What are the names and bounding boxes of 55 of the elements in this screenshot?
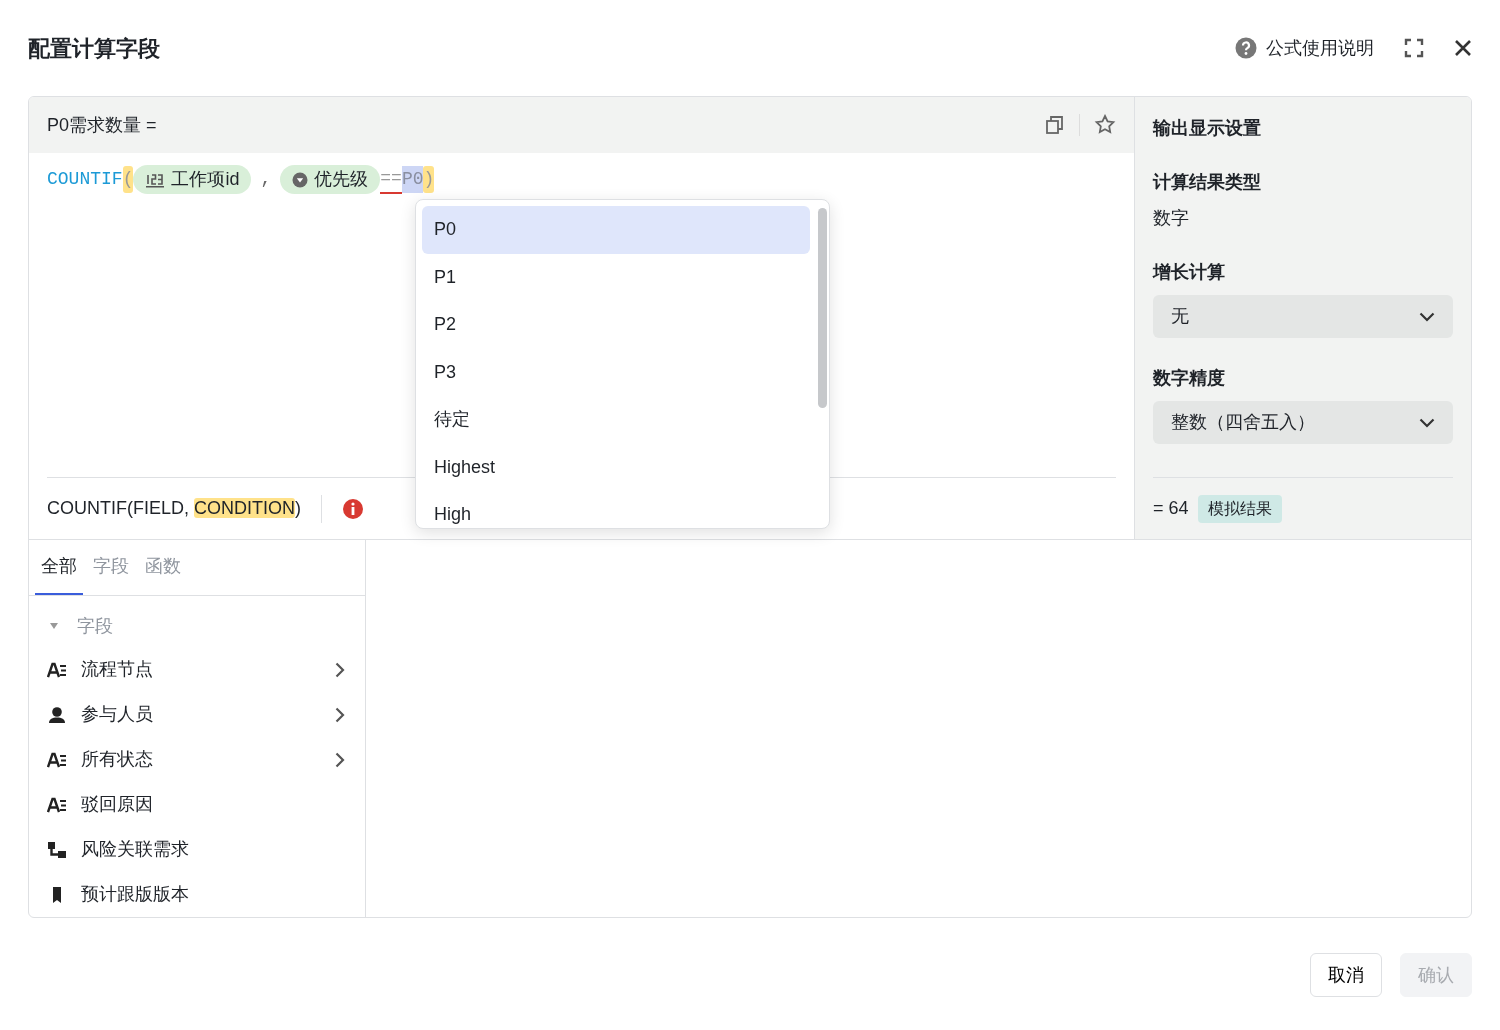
suggestion-option[interactable]: High [422, 491, 810, 528]
result-value: = 64 [1153, 497, 1189, 520]
dialog-title: 配置计算字段 [28, 34, 160, 63]
selected-text: P0 [401, 166, 424, 193]
magic-star-icon[interactable] [1094, 114, 1116, 136]
scrollbar[interactable] [818, 208, 827, 408]
field-label: 增长计算 [1153, 261, 1226, 284]
function-signature: COUNTIF(FIELD, CONDITION) [47, 497, 301, 520]
chevron-down-icon [1419, 311, 1435, 322]
copy-icon[interactable] [1045, 115, 1065, 135]
suggestion-option[interactable]: Highest [422, 443, 810, 491]
suggestion-option[interactable]: P3 [422, 348, 810, 396]
field-item[interactable]: 预计跟版版本 [29, 872, 365, 917]
formula-editor[interactable]: COUNTIF( 工作项id , 优先级 ==P0) [47, 165, 435, 194]
field-token: 优先级 [280, 165, 381, 194]
number-icon [145, 171, 166, 188]
text-field-icon [47, 796, 67, 813]
person-icon [47, 705, 67, 724]
formula-name: P0需求数量 = [47, 113, 157, 137]
field-token: 工作项id [133, 165, 252, 194]
growth-select[interactable]: 无 [1153, 295, 1453, 338]
result-tag: 模拟结果 [1197, 494, 1282, 523]
function-name: COUNTIF [47, 168, 123, 191]
dialog-button[interactable]: 取消 [1310, 953, 1382, 997]
field-item[interactable]: 参与人员 [29, 692, 365, 737]
suggestion-option[interactable]: P2 [422, 301, 810, 349]
field-label: 数字精度 [1153, 367, 1226, 390]
suggestion-option[interactable]: P0 [422, 206, 810, 254]
field-item[interactable]: 驳回原因 [29, 782, 365, 827]
parenthesis: ) [423, 166, 435, 193]
parenthesis: ( [122, 166, 134, 193]
text-field-icon [47, 661, 67, 678]
chevron-right-icon [335, 661, 345, 678]
precision-select[interactable]: 整数（四舍五入） [1153, 401, 1453, 444]
field-item[interactable]: 所有状态 [29, 737, 365, 782]
field-value: 数字 [1153, 207, 1190, 230]
dropdown-icon [292, 171, 309, 188]
fullscreen-icon[interactable] [1404, 38, 1424, 58]
chevron-right-icon [335, 751, 345, 768]
suggestion-option[interactable]: 待定 [422, 396, 810, 444]
error-icon [342, 497, 364, 520]
field-item[interactable]: 流程节点 [29, 647, 365, 692]
tab[interactable]: 全部 [35, 540, 83, 595]
chevron-right-icon [335, 706, 345, 723]
help-link[interactable]: 公式使用说明 [1235, 34, 1374, 62]
close-icon[interactable] [1454, 39, 1472, 57]
suggestion-option[interactable]: P1 [422, 253, 810, 301]
separator: , [260, 168, 272, 191]
field-label: 计算结果类型 [1153, 171, 1262, 194]
chevron-down-icon [1419, 417, 1435, 428]
hierarchy-icon [47, 840, 67, 859]
field-item[interactable]: 风险关联需求 [29, 827, 365, 872]
help-icon [1235, 37, 1257, 59]
section-title: 输出显示设置 [1153, 117, 1262, 140]
text-field-icon [47, 751, 67, 768]
